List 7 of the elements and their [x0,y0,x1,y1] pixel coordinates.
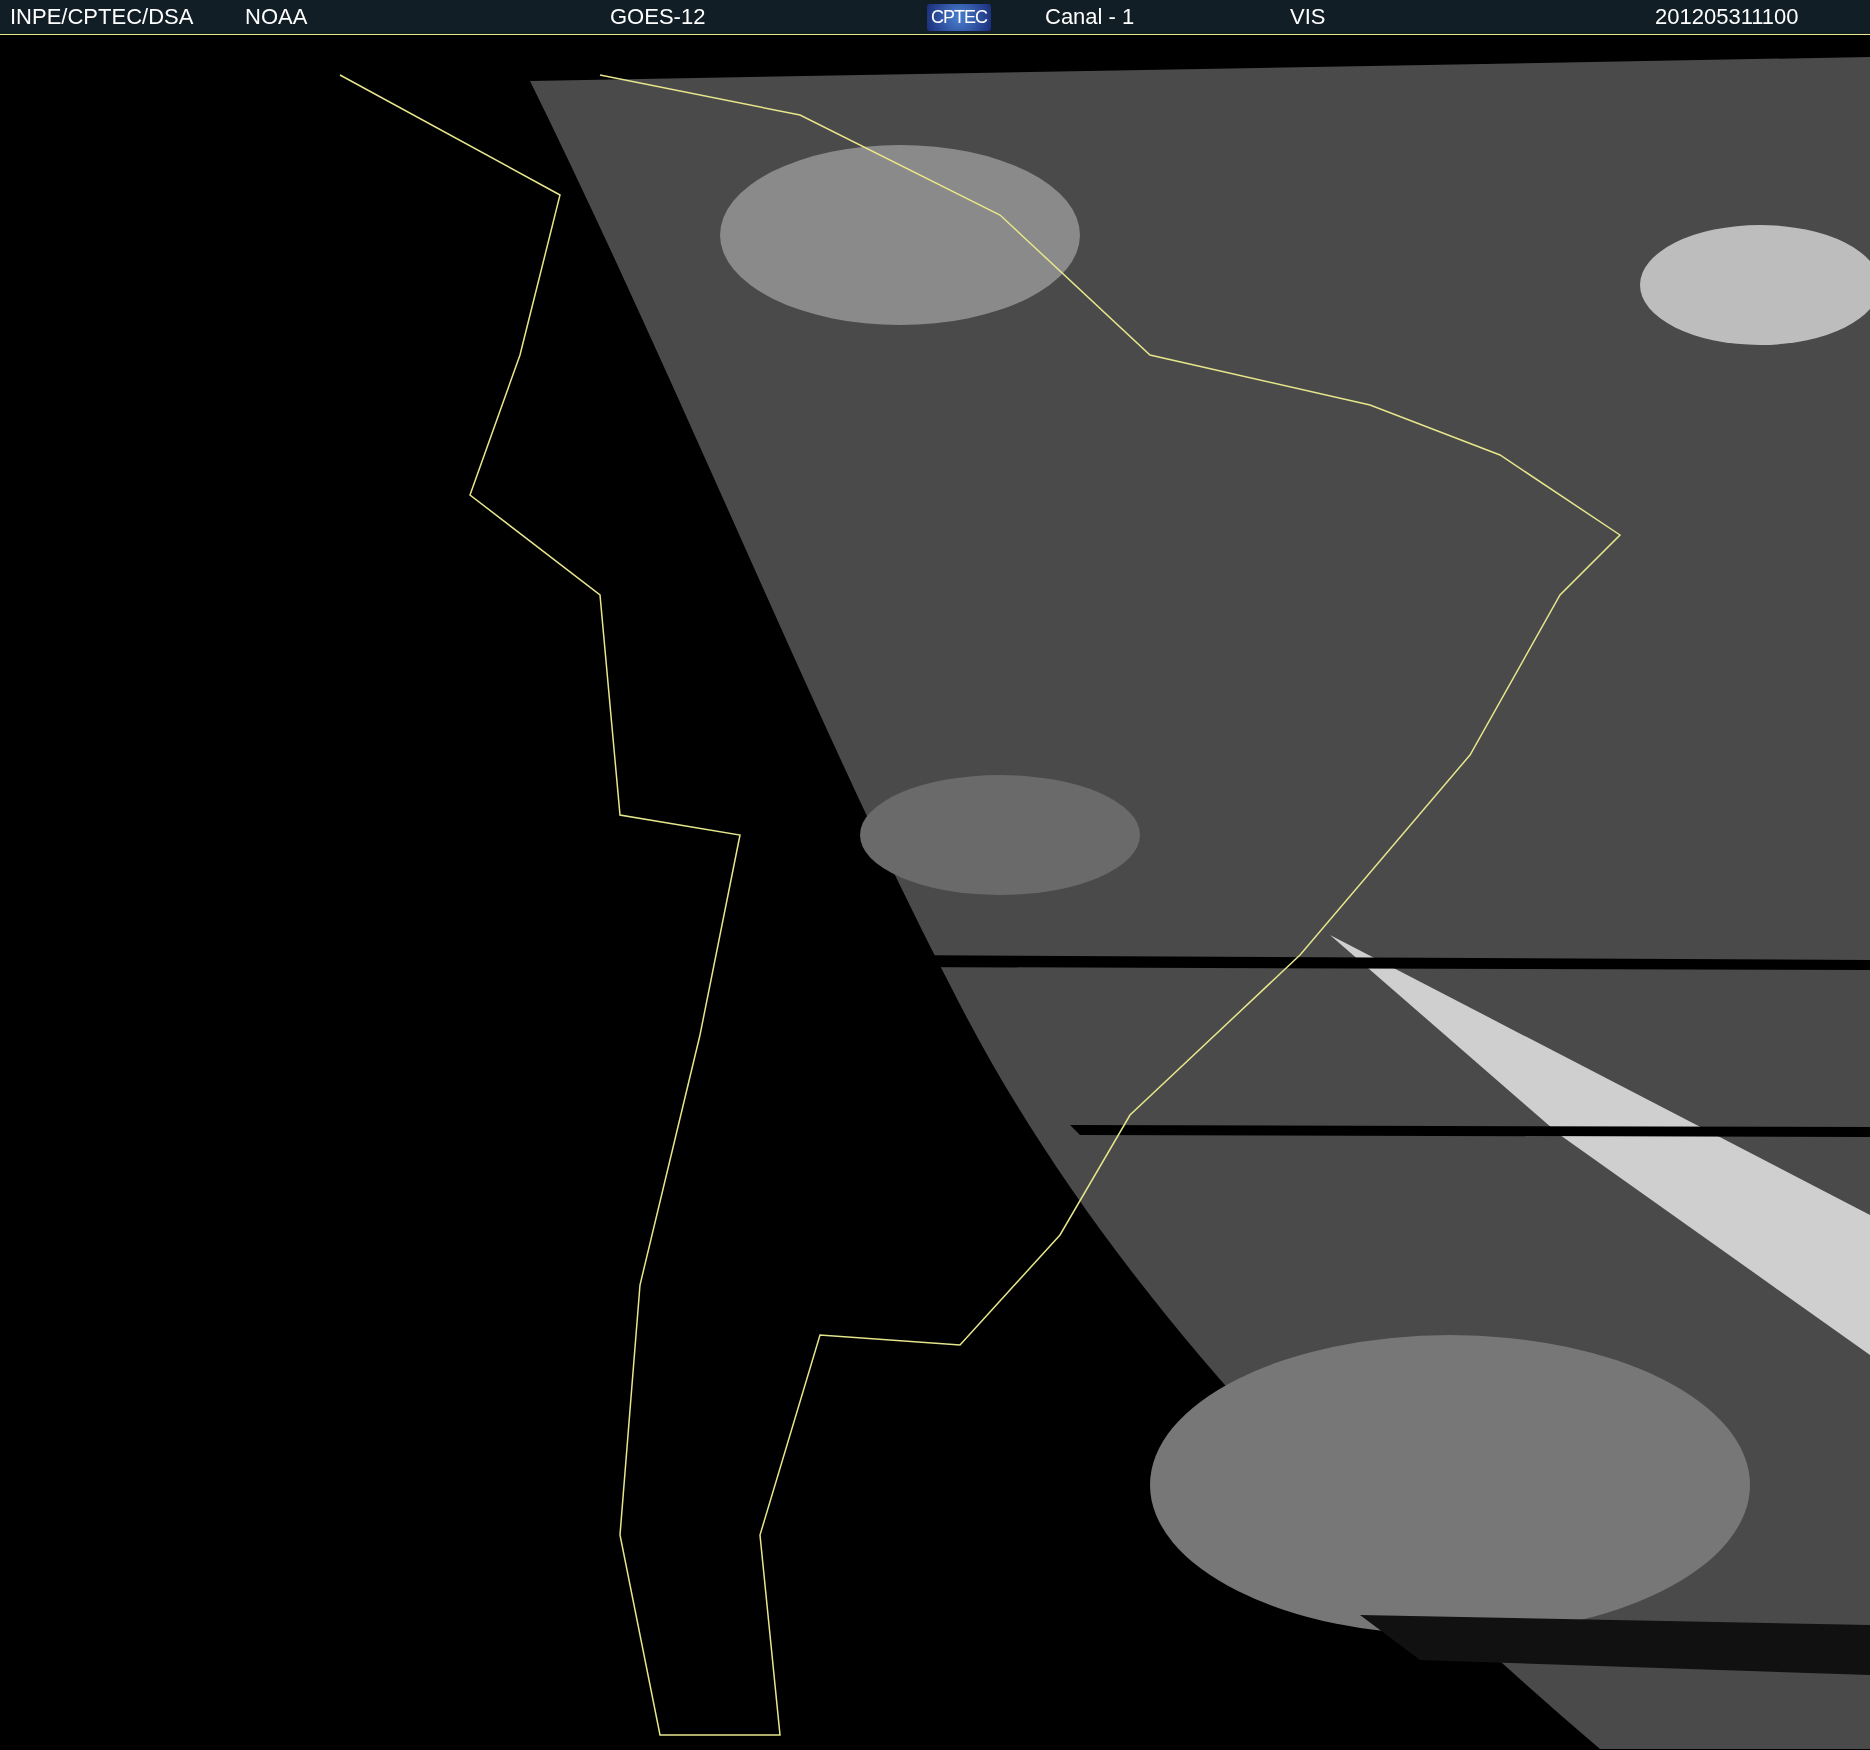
header-text: Canal - 1 [1045,4,1135,30]
logo: CPTEC [927,3,991,31]
header-text: VIS [1290,4,1326,30]
header-text: INPE/CPTEC/DSA [10,4,194,30]
header-text: NOAA [245,4,308,30]
header-text: 201205311100 [1655,4,1799,30]
header-text: GOES-12 [610,4,706,30]
